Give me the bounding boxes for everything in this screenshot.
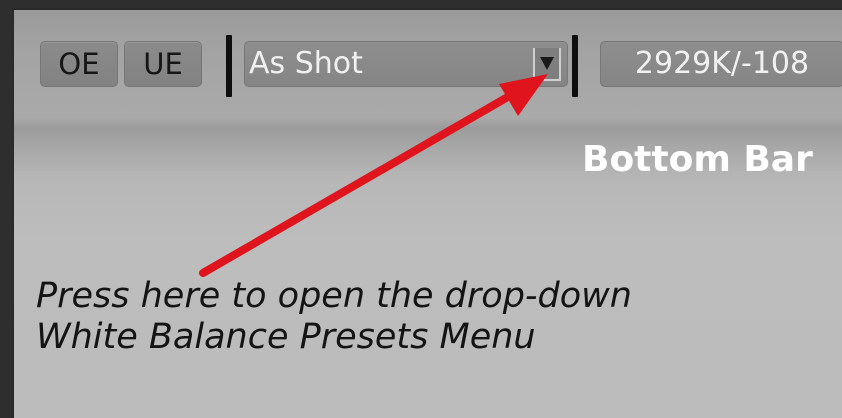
dropdown-arrow-button[interactable] (533, 48, 561, 81)
white-balance-dropdown[interactable]: As Shot (244, 41, 568, 87)
instruction-callout: Press here to open the drop-down White B… (36, 276, 632, 358)
toolbar-separator (226, 35, 232, 97)
ue-button[interactable]: UE (124, 41, 202, 87)
bottom-bar-callout-label: Bottom Bar (582, 139, 813, 180)
instruction-line: Press here to open the drop-down (36, 276, 632, 316)
oe-button[interactable]: OE (40, 41, 118, 87)
temperature-tint-readout[interactable]: 2929K/-108 (600, 41, 842, 87)
instruction-line: White Balance Presets Menu (36, 317, 536, 357)
bottom-toolbar: OE UE As Shot 2929K/-108 (14, 10, 842, 128)
white-balance-selected-value: As Shot (249, 46, 363, 81)
toolbar-separator (572, 35, 578, 97)
triangle-down-icon (540, 57, 554, 70)
screenshot-stage: OE UE As Shot 2929K/-108 Bottom Bar Pres… (0, 0, 842, 418)
